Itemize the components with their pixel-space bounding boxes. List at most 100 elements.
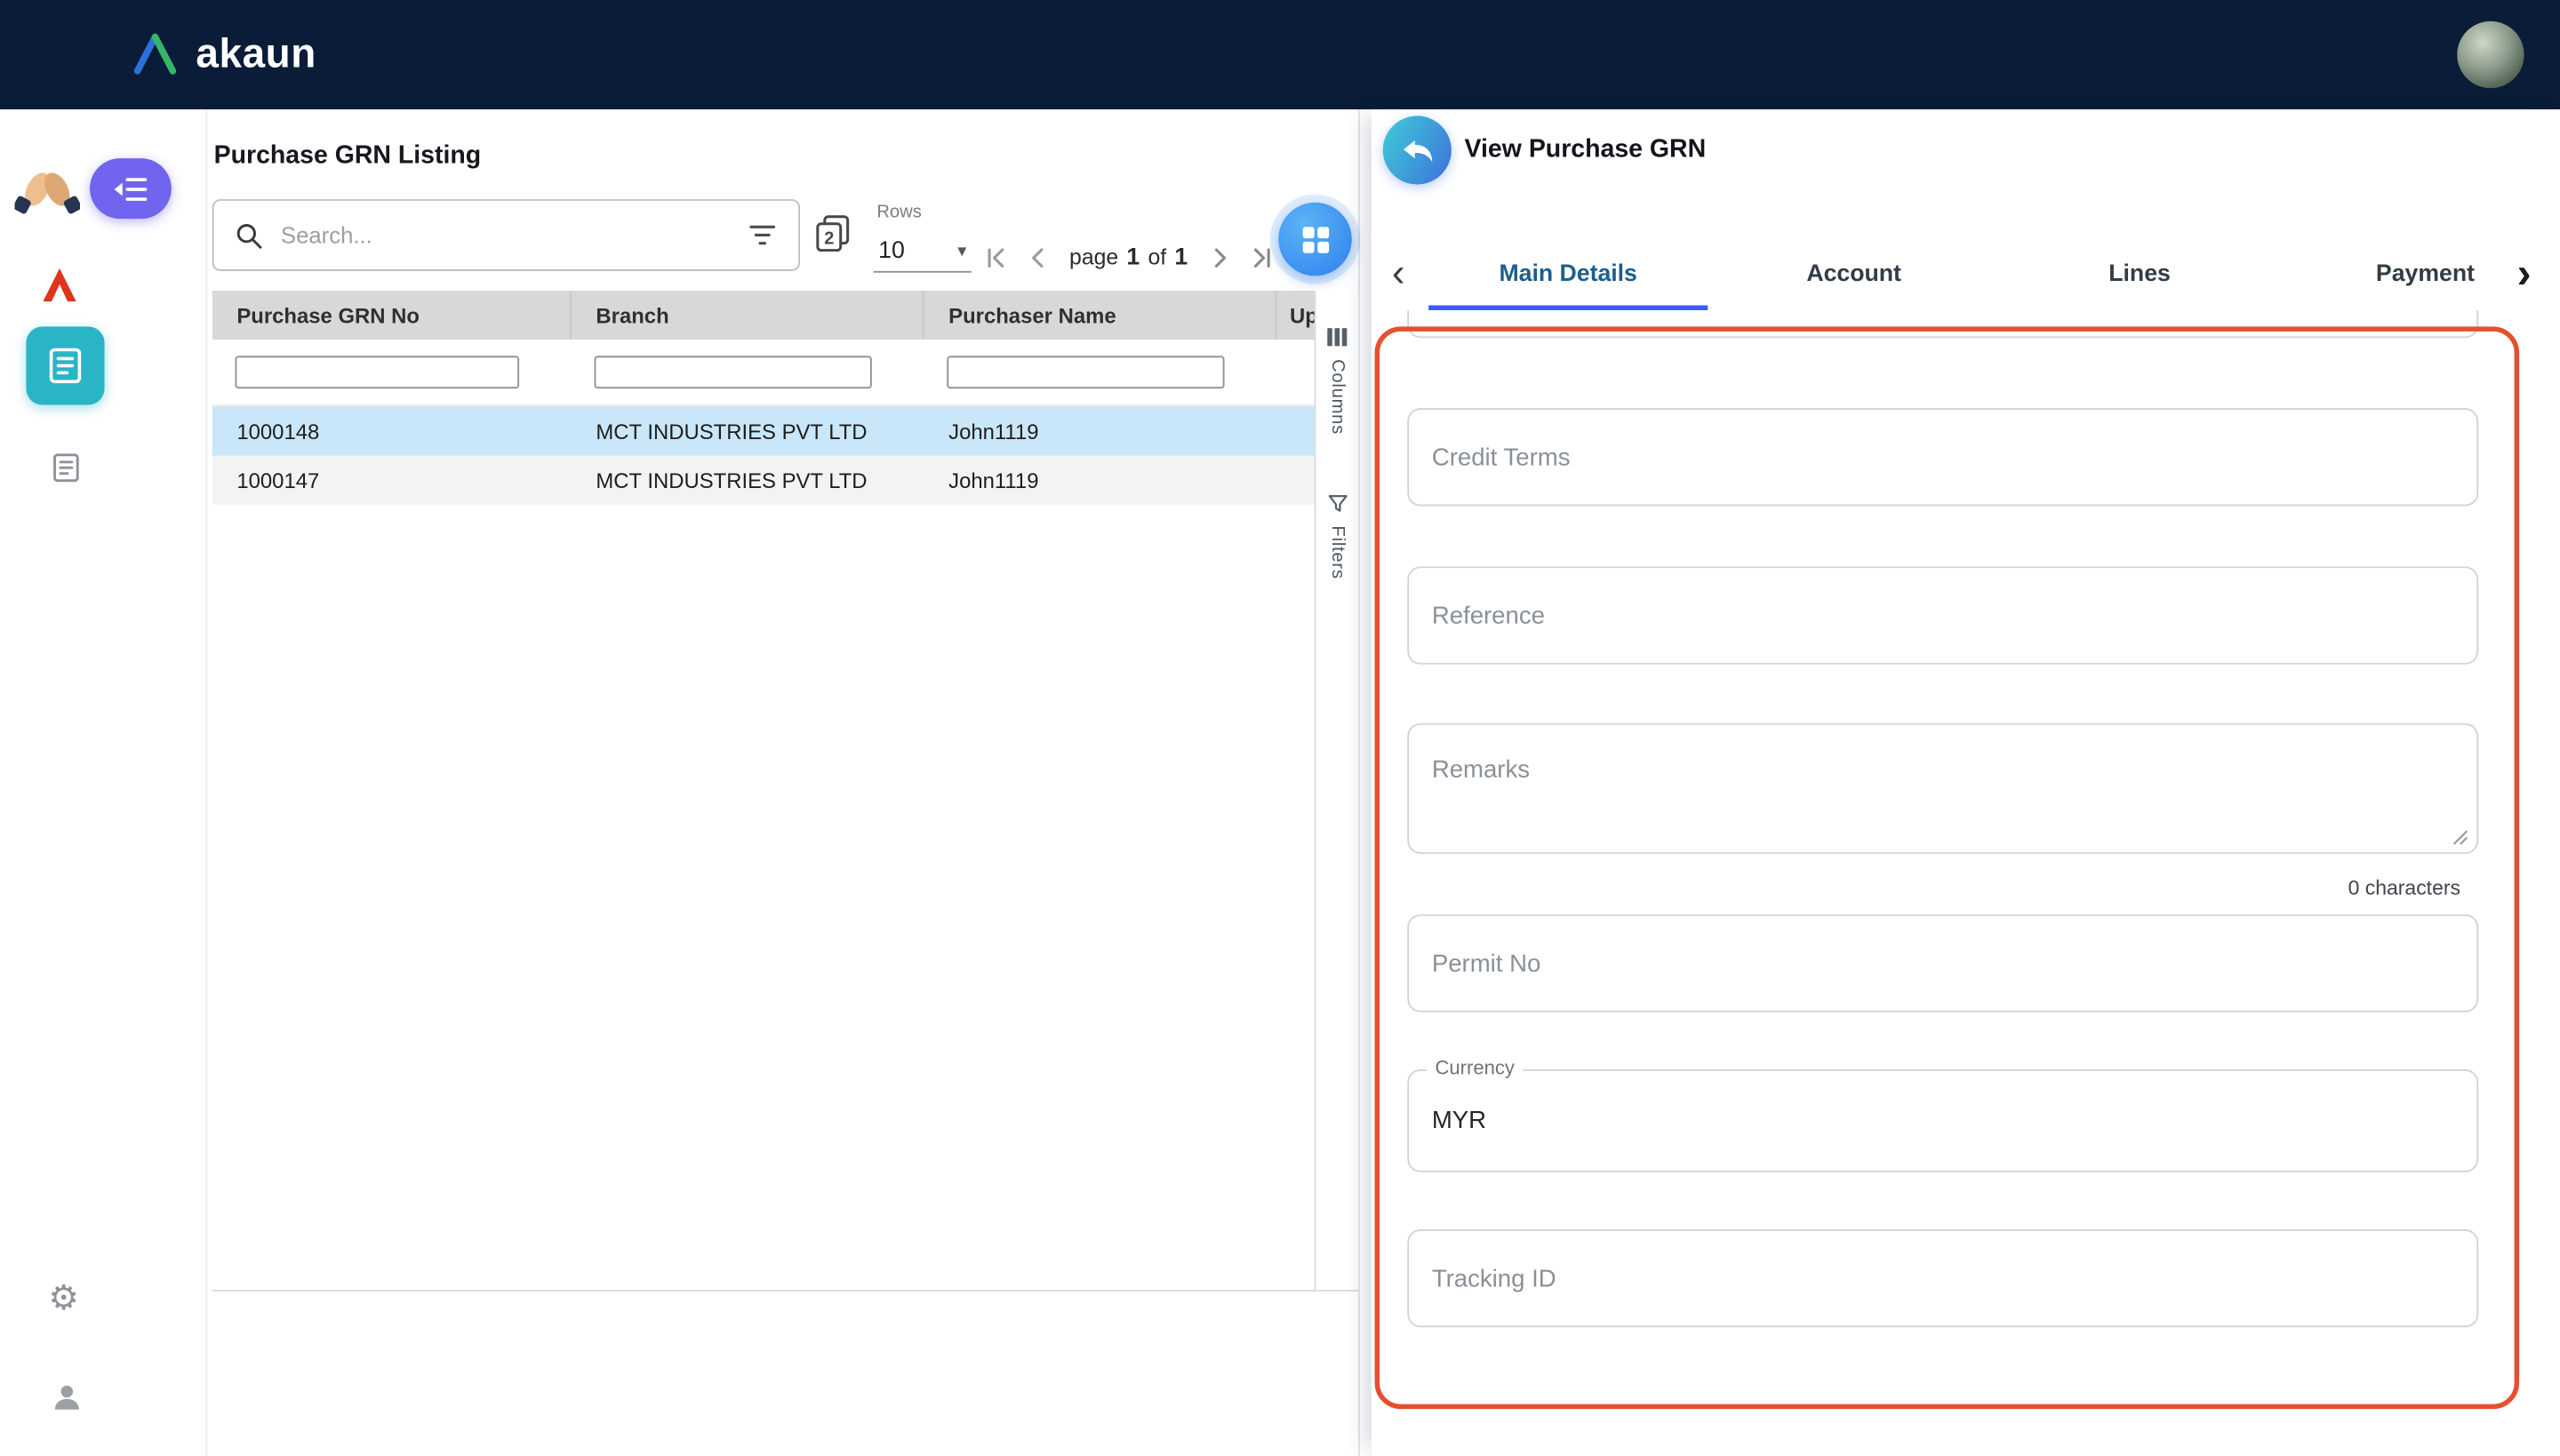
- grn-table: Purchase GRN No Branch Purchaser Name Up…: [212, 291, 1358, 1292]
- permit-no-field[interactable]: Permit No: [1407, 915, 2478, 1012]
- search-box[interactable]: [212, 199, 800, 271]
- columns-icon: [1325, 326, 1348, 348]
- akaun-triangle-icon: [131, 33, 180, 77]
- grid-view-button[interactable]: [1278, 203, 1352, 276]
- sidebar-item-document[interactable]: [45, 447, 84, 486]
- sidebar: ⚙: [0, 109, 207, 1456]
- chevron-left-icon: [1023, 244, 1052, 273]
- reference-field[interactable]: Reference: [1407, 566, 2478, 664]
- chevron-right-icon: [1204, 244, 1234, 273]
- settings-gear-icon[interactable]: ⚙: [44, 1278, 84, 1317]
- search-icon: [235, 221, 262, 249]
- tab-account[interactable]: Account: [1711, 236, 1996, 310]
- filter-list-icon: [748, 224, 777, 247]
- cell-branch: MCT INDUSTRIES PVT LTD: [572, 419, 924, 444]
- currency-value: MYR: [1432, 1107, 1486, 1134]
- cell-grn-no: 1000147: [212, 468, 572, 492]
- menu-indent-icon: [113, 175, 148, 201]
- sidebar-toggle-button[interactable]: [90, 158, 172, 219]
- purchase-grn-listing-panel: Purchase GRN Listing 2 Rows 10 ▾: [207, 109, 1360, 1456]
- filter-input-purchaser[interactable]: [947, 356, 1224, 388]
- header-purchase-grn-no[interactable]: Purchase GRN No: [212, 291, 572, 340]
- tabs-scroll-left-button[interactable]: ‹: [1372, 236, 1426, 310]
- columns-label: Columns: [1327, 359, 1347, 435]
- filter-input-grn-no[interactable]: [235, 356, 519, 388]
- table-side-rail: Columns Filters: [1315, 291, 1359, 1290]
- first-page-icon: [980, 244, 1010, 273]
- detail-title: View Purchase GRN: [1465, 135, 1707, 164]
- brand-logo[interactable]: akaun: [131, 0, 316, 109]
- grid-icon: [1297, 221, 1332, 257]
- first-page-button[interactable]: [976, 239, 1013, 276]
- pdf-icon: [36, 262, 81, 307]
- cell-purchaser: John1119: [924, 419, 1277, 444]
- pages-2-icon: 2: [812, 212, 854, 255]
- grn-table-grid: Purchase GRN No Branch Purchaser Name Up…: [212, 291, 1319, 1290]
- brand-name: akaun: [196, 31, 316, 78]
- last-page-button[interactable]: [1244, 239, 1281, 276]
- tab-main-details[interactable]: Main Details: [1425, 236, 1710, 310]
- listing-title: Purchase GRN Listing: [214, 142, 482, 172]
- table-row[interactable]: 1000147 MCT INDUSTRIES PVT LTD John1119: [212, 455, 1319, 504]
- table-row[interactable]: 1000148 MCT INDUSTRIES PVT LTD John1119: [212, 406, 1319, 455]
- remarks-textarea[interactable]: Remarks: [1407, 724, 2478, 854]
- cell-grn-no: 1000148: [212, 419, 572, 444]
- tracking-id-label: Tracking ID: [1432, 1265, 1556, 1292]
- field-partial-top[interactable]: [1407, 310, 2478, 338]
- caret-down-icon: ▾: [957, 240, 966, 261]
- remarks-char-counter: 0 characters: [2348, 876, 2460, 900]
- resize-handle-icon[interactable]: [2449, 825, 2468, 844]
- filter-input-branch[interactable]: [595, 356, 872, 388]
- cell-branch: MCT INDUSTRIES PVT LTD: [572, 468, 924, 492]
- of-word: of: [1148, 245, 1166, 270]
- prev-page-button[interactable]: [1019, 239, 1056, 276]
- last-page-icon: [1247, 244, 1276, 273]
- hands-icon: [15, 154, 80, 219]
- sidebar-app-hands-icon[interactable]: [13, 152, 82, 220]
- funnel-icon: [1326, 493, 1348, 515]
- next-page-button[interactable]: [1201, 239, 1238, 276]
- user-avatar[interactable]: [2457, 21, 2524, 88]
- credit-terms-field[interactable]: Credit Terms: [1407, 408, 2478, 506]
- pagination: page 1 of 1: [976, 238, 1280, 277]
- tab-lines[interactable]: Lines: [1996, 236, 2282, 310]
- view-purchase-grn-panel: View Purchase GRN ‹ Main Details Account…: [1372, 109, 2560, 1456]
- rows-per-page-select[interactable]: 10 ▾: [874, 230, 972, 273]
- back-arrow-icon: [1397, 131, 1436, 170]
- back-button[interactable]: [1383, 116, 1452, 184]
- rows-value: 10: [878, 237, 905, 263]
- columns-rail-button[interactable]: Columns: [1325, 326, 1348, 435]
- tracking-id-field[interactable]: Tracking ID: [1407, 1229, 2478, 1327]
- credit-terms-label: Credit Terms: [1432, 444, 1571, 471]
- header-purchaser-name[interactable]: Purchaser Name: [924, 291, 1277, 340]
- reference-label: Reference: [1432, 602, 1545, 629]
- page-total: 1: [1174, 245, 1188, 271]
- list-document-icon: [44, 345, 87, 388]
- currency-field[interactable]: Currency MYR: [1407, 1069, 2478, 1172]
- page-word: page: [1069, 245, 1118, 270]
- tabs-scroll-right-button[interactable]: ›: [2488, 236, 2560, 310]
- profile-person-icon[interactable]: [47, 1378, 86, 1417]
- remarks-label: Remarks: [1432, 756, 1530, 783]
- duplicate-pages-button[interactable]: 2: [810, 211, 855, 256]
- filters-label: Filters: [1327, 526, 1347, 580]
- sidebar-item-pdf[interactable]: [35, 260, 84, 308]
- main-details-form: Credit Terms Reference Remarks 0 charact…: [1372, 310, 2560, 1456]
- currency-label: Currency: [1427, 1056, 1523, 1079]
- app-window: akaun: [0, 0, 2560, 1456]
- person-icon: [49, 1380, 84, 1415]
- filter-list-button[interactable]: [748, 224, 777, 247]
- filters-rail-button[interactable]: Filters: [1326, 493, 1348, 580]
- table-header-row: Purchase GRN No Branch Purchaser Name Up: [212, 291, 1319, 340]
- header-branch[interactable]: Branch: [572, 291, 924, 340]
- page-indicator: page 1 of 1: [1069, 245, 1188, 271]
- page-current: 1: [1126, 245, 1140, 271]
- svg-text:2: 2: [824, 229, 834, 249]
- chevron-left-icon: ‹: [1392, 251, 1405, 296]
- search-input[interactable]: [277, 220, 732, 250]
- header-updated[interactable]: Up: [1276, 291, 1319, 340]
- sidebar-item-listing-active[interactable]: [26, 326, 104, 404]
- detail-tabs: ‹ Main Details Account Lines Payment ›: [1372, 236, 2560, 310]
- tab-strip: Main Details Account Lines Payment: [1425, 236, 2560, 310]
- table-filter-row: [212, 340, 1319, 406]
